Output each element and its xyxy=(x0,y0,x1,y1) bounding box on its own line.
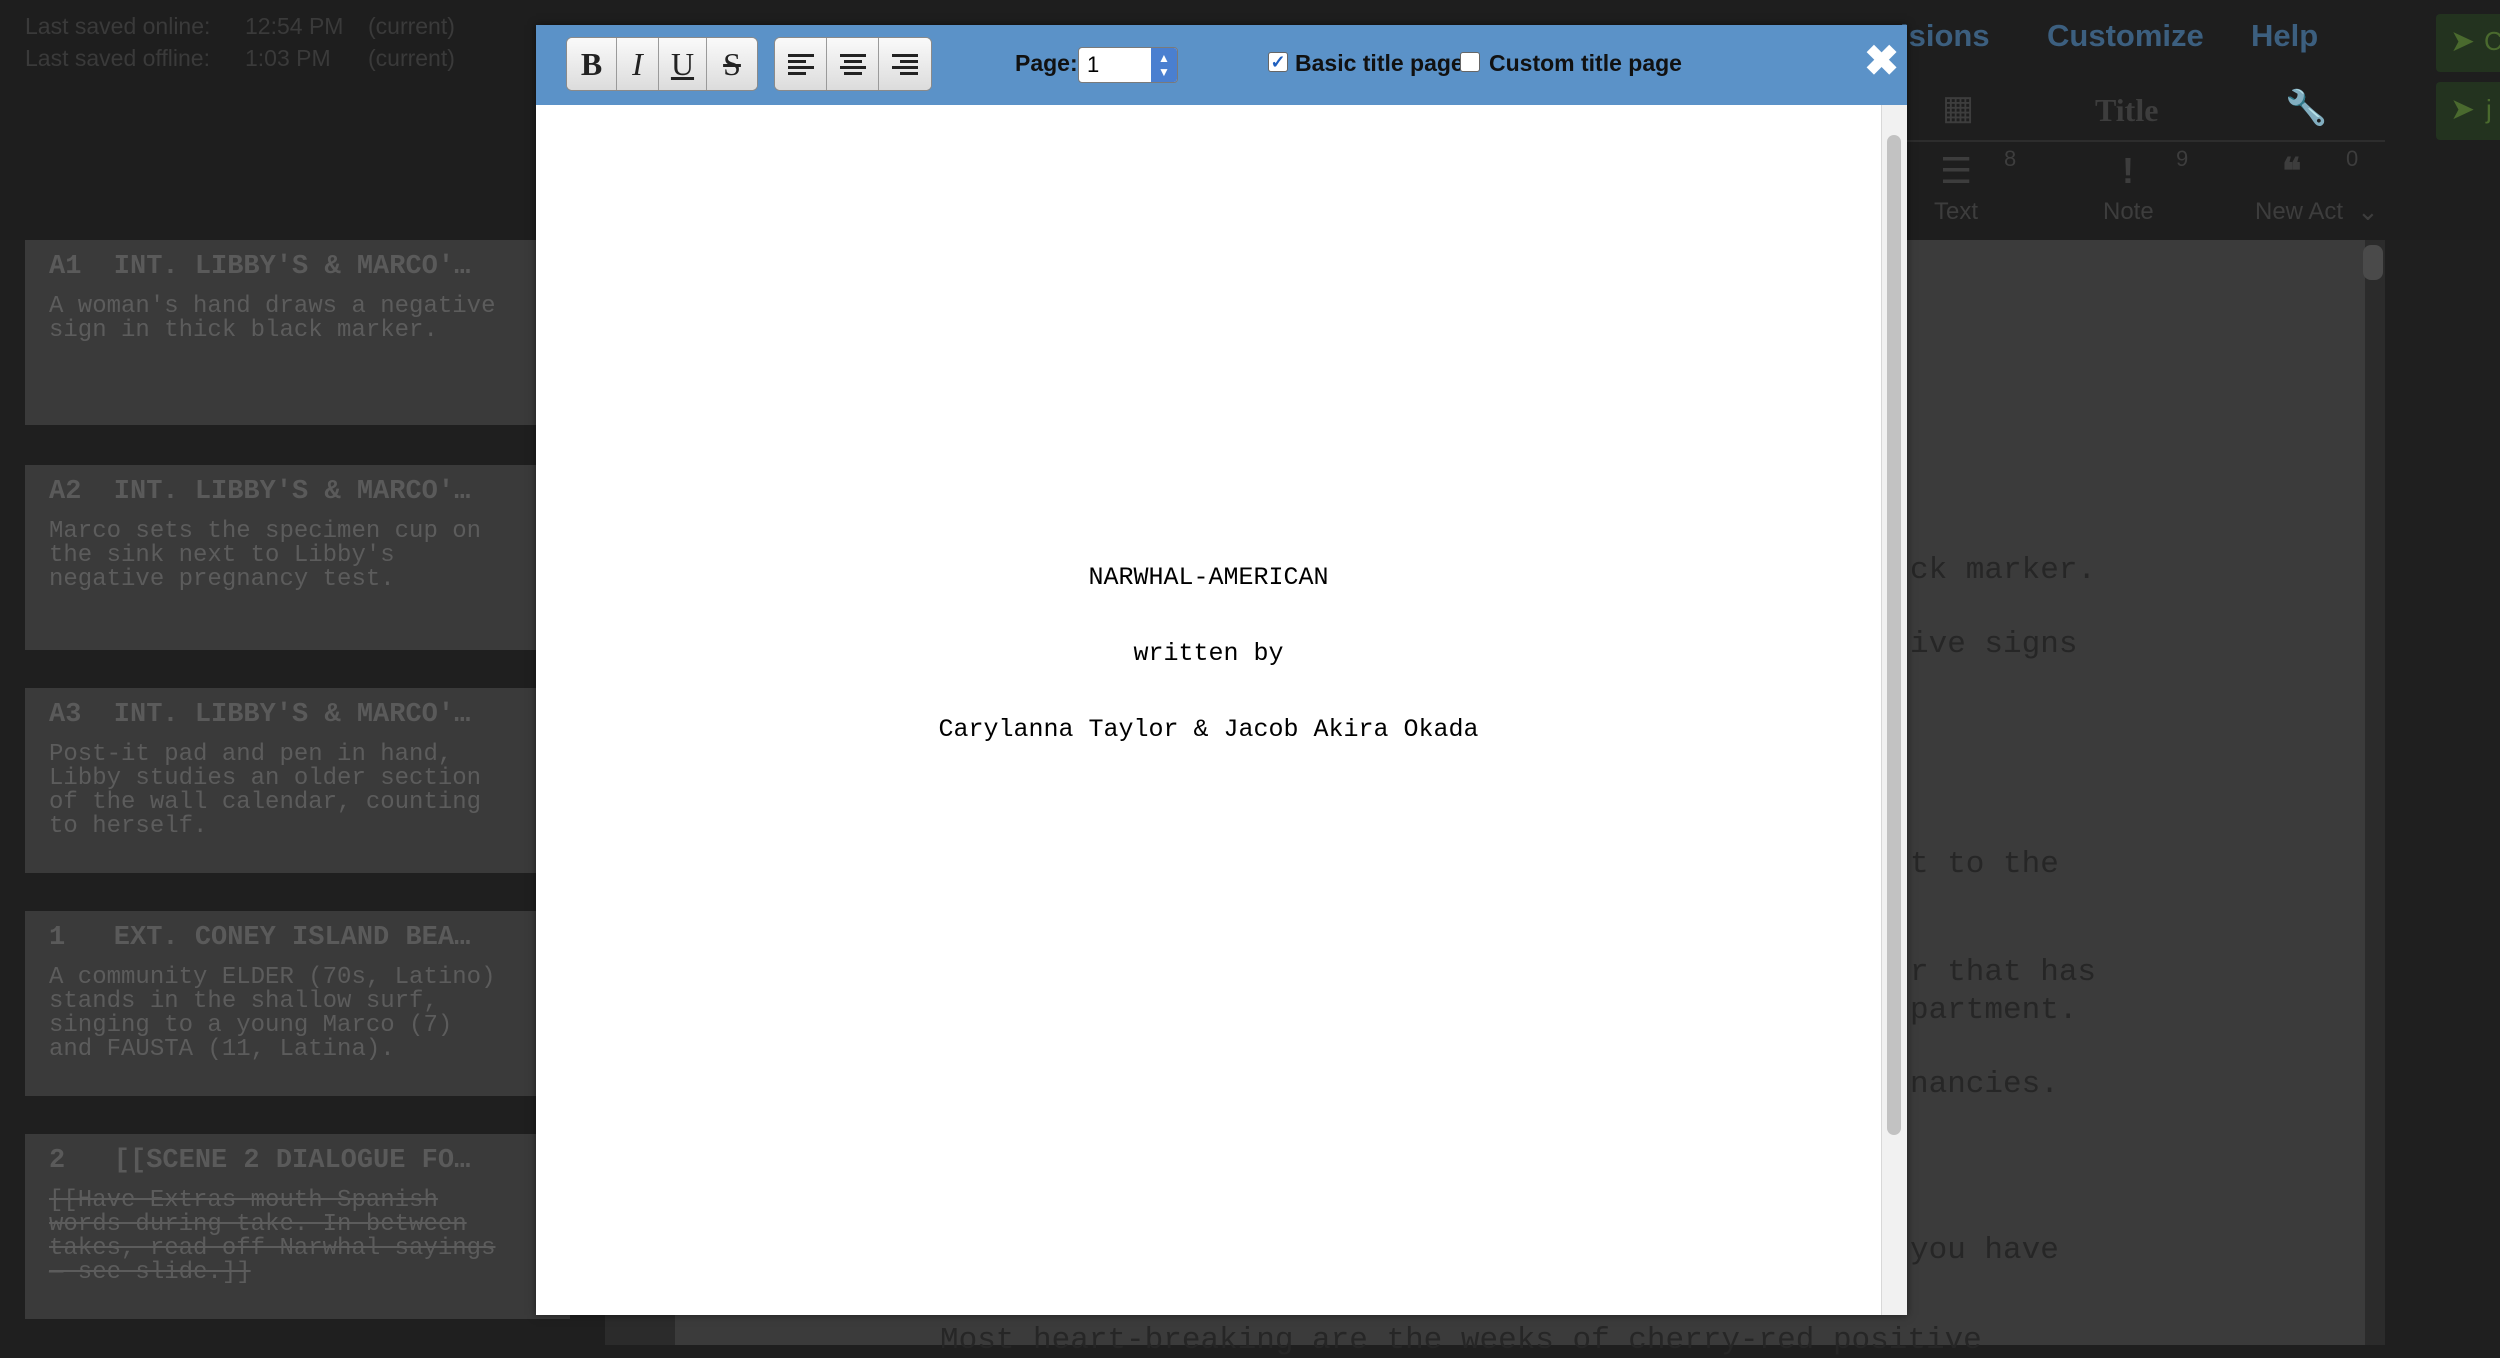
align-center-icon xyxy=(839,54,866,75)
title-page-dialog: B I U S Page: ▲▼ ✓ Basic title page Cust… xyxy=(536,25,1907,1315)
text-count: 8 xyxy=(2004,146,2017,171)
scene-card-body: A community ELDER (70s, Latino) stands i… xyxy=(49,964,496,1063)
scene-card-heading: A2 INT. LIBBY'S & MARCO'… xyxy=(49,477,471,507)
navigate-arrow-icon: ➤ xyxy=(2450,93,2476,126)
offline-save-label: Last saved offline: xyxy=(25,45,210,71)
exclamation-icon[interactable]: ! xyxy=(2122,150,2134,192)
spinner-arrows-icon[interactable]: ▲ ▼ xyxy=(1151,48,1177,82)
scene-card-heading: 1 EXT. CONEY ISLAND BEA… xyxy=(49,923,471,953)
script-line: ive signs xyxy=(1910,627,2078,662)
title-tool-label[interactable]: Title xyxy=(2095,92,2158,129)
scene-card-heading: A3 INT. LIBBY'S & MARCO'… xyxy=(49,700,471,730)
wrench-icon[interactable]: 🔧 xyxy=(2285,88,2327,128)
script-line: you have xyxy=(1910,1233,2059,1268)
side-button-2-label: j xyxy=(2486,94,2492,124)
scene-card[interactable]: A2 INT. LIBBY'S & MARCO'… Marco sets the… xyxy=(25,465,570,650)
custom-title-label[interactable]: Custom title page xyxy=(1489,50,1682,77)
scene-card-body: A woman's hand draws a negative sign in … xyxy=(49,293,496,344)
dialog-scrollbar[interactable] xyxy=(1881,105,1907,1315)
online-save-status: (current) xyxy=(368,13,455,39)
dialog-toolbar: B I U S Page: ▲▼ ✓ Basic title page Cust… xyxy=(536,25,1907,105)
calendar-icon[interactable]: ▦ xyxy=(1942,88,1974,128)
title-page-editor[interactable]: NARWHAL-AMERICAN written by Carylanna Ta… xyxy=(536,105,1881,1315)
scene-card[interactable]: A3 INT. LIBBY'S & MARCO'… Post-it pad an… xyxy=(25,688,570,873)
scene-card-heading: A1 INT. LIBBY'S & MARCO'… xyxy=(49,252,471,282)
menu-help[interactable]: Help xyxy=(2251,18,2318,54)
text-format-group: B I U S xyxy=(566,37,758,91)
written-by-line: written by xyxy=(1133,639,1284,668)
online-save-time: 12:54 PM xyxy=(245,13,344,39)
scene-card[interactable]: 2 [[SCENE 2 DIALOGUE FO… [[Have Extras m… xyxy=(25,1134,570,1319)
scene-card-body: Marco sets the specimen cup on the sink … xyxy=(49,518,482,593)
offline-save-status: (current) xyxy=(368,45,455,71)
side-button-1-label: C xyxy=(2484,26,2500,56)
script-line: nancies. xyxy=(1910,1067,2059,1102)
page-number-stepper[interactable]: ▲▼ xyxy=(1078,47,1178,83)
basic-title-checkbox[interactable]: ✓ xyxy=(1268,52,1288,72)
align-center-button[interactable] xyxy=(827,38,879,90)
save-status: Last saved online: 12:54 PM (current) Last… xyxy=(25,10,455,74)
scene-card-body: [[Have Extras mouth Spanish words during… xyxy=(49,1187,496,1286)
align-left-button[interactable] xyxy=(775,38,827,90)
new-act-count: 0 xyxy=(2346,146,2359,171)
scene-card[interactable]: A1 INT. LIBBY'S & MARCO'… A woman's hand… xyxy=(25,240,570,425)
navigate-arrow-icon: ➤ xyxy=(2450,25,2476,58)
scene-card-body: Post-it pad and pen in hand, Libby studi… xyxy=(49,741,482,840)
script-line: Most heart-breaking are the weeks of che… xyxy=(940,1323,1982,1358)
script-title: NARWHAL-AMERICAN xyxy=(1088,563,1329,592)
editor-scrollbar[interactable] xyxy=(2363,245,2383,280)
alignment-group xyxy=(774,37,932,91)
bold-button[interactable]: B xyxy=(567,38,617,90)
chevron-down-icon[interactable]: ⌄ xyxy=(2357,196,2379,227)
align-right-icon xyxy=(892,54,918,75)
italic-button[interactable]: I xyxy=(617,38,659,90)
underline-button[interactable]: U xyxy=(659,38,707,90)
align-right-button[interactable] xyxy=(879,38,931,90)
page-number-input[interactable] xyxy=(1087,51,1147,79)
script-line: partment. xyxy=(1910,993,2078,1028)
checkmark-icon: ✓ xyxy=(1270,52,1286,72)
script-line: ck marker. xyxy=(1910,553,2097,588)
side-button-2[interactable]: ➤ j xyxy=(2436,82,2500,140)
basic-title-label[interactable]: Basic title page xyxy=(1295,50,1464,77)
side-button-1[interactable]: ➤ C xyxy=(2436,14,2500,72)
new-act-tool-label[interactable]: New Act xyxy=(2255,198,2343,226)
custom-title-checkbox[interactable] xyxy=(1460,52,1480,72)
toolbar-divider xyxy=(1900,140,2385,142)
offline-save-time: 1:03 PM xyxy=(245,45,331,71)
align-left-icon xyxy=(787,54,814,75)
text-lines-icon[interactable]: ☰ xyxy=(1940,150,1972,192)
script-line: r that has xyxy=(1910,955,2097,990)
menu-customize[interactable]: Customize xyxy=(2047,18,2204,54)
page-label: Page: xyxy=(1015,50,1078,76)
text-tool-label[interactable]: Text xyxy=(1934,198,1978,226)
close-icon[interactable]: ✖ xyxy=(1864,39,1899,83)
quote-icon[interactable]: ❝ xyxy=(2282,150,2301,192)
note-count: 9 xyxy=(2176,146,2189,171)
note-tool-label[interactable]: Note xyxy=(2103,198,2154,226)
scene-card-heading: 2 [[SCENE 2 DIALOGUE FO… xyxy=(49,1146,471,1176)
scene-card[interactable]: 1 EXT. CONEY ISLAND BEA… A community ELD… xyxy=(25,911,570,1096)
menu-revisions[interactable]: isions xyxy=(1900,18,1990,54)
script-line: t to the xyxy=(1910,847,2059,882)
authors-line: Carylanna Taylor & Jacob Akira Okada xyxy=(938,715,1479,744)
online-save-label: Last saved online: xyxy=(25,13,211,39)
strikethrough-button[interactable]: S xyxy=(707,38,757,90)
dialog-scrollbar-thumb[interactable] xyxy=(1887,135,1901,1135)
